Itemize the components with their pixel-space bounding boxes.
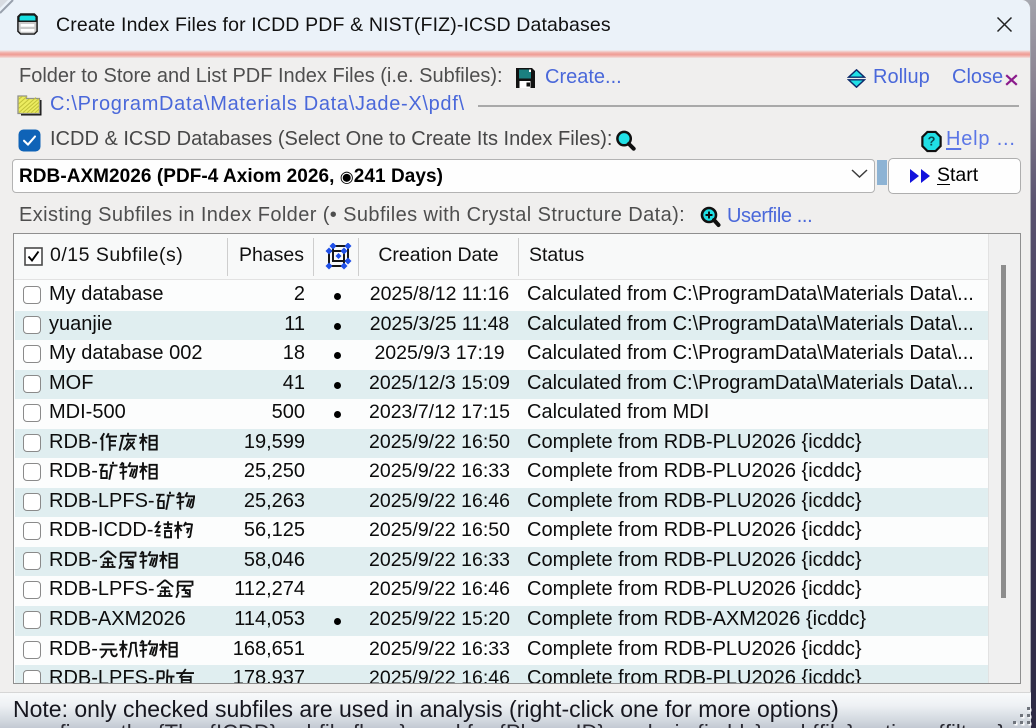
- svg-text:?: ?: [928, 134, 936, 149]
